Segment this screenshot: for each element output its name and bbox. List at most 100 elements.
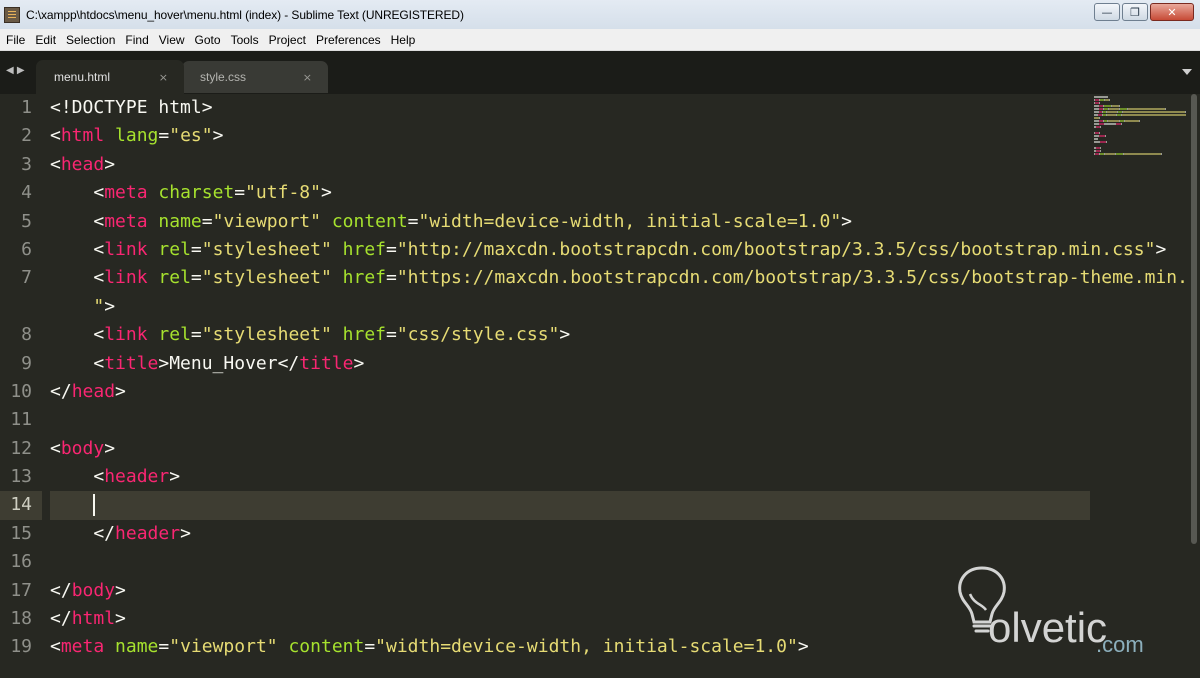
code-line[interactable]: </header> — [50, 520, 1090, 548]
scroll-thumb[interactable] — [1191, 94, 1197, 544]
code-line[interactable]: <html lang="es"> — [50, 122, 1090, 150]
code-line[interactable]: <link rel="stylesheet" href="http://maxc… — [50, 236, 1166, 264]
minimap-segment — [1100, 150, 1101, 152]
code-line[interactable] — [50, 406, 1090, 434]
close-button[interactable]: ✕ — [1150, 3, 1194, 21]
code-token: lang — [115, 125, 159, 147]
line-number: 12 — [10, 437, 32, 459]
code-token: meta — [60, 636, 105, 658]
code-token: > — [797, 636, 809, 658]
code-token: > — [169, 466, 181, 488]
minimap-row — [1094, 153, 1186, 155]
minimap-segment — [1125, 120, 1139, 122]
tab-list-dropdown-icon[interactable] — [1182, 69, 1192, 75]
menu-selection[interactable]: Selection — [61, 29, 120, 51]
tab-close-icon[interactable]: × — [303, 71, 312, 84]
code-token: "viewport" — [169, 636, 278, 658]
minimap-row — [1094, 102, 1186, 104]
minimap-segment — [1108, 120, 1119, 122]
minimap-row — [1094, 99, 1186, 101]
minimap-segment — [1104, 123, 1116, 125]
tab-style-css[interactable]: style.css × — [182, 61, 328, 93]
tab-menu-html[interactable]: menu.html × — [36, 60, 184, 94]
minimap[interactable] — [1094, 96, 1186, 155]
code-line[interactable]: </html> — [50, 605, 1090, 633]
code-token: = — [386, 267, 397, 289]
code-line[interactable]: </body> — [50, 577, 1090, 605]
code-token: meta — [104, 182, 148, 204]
minimap-segment — [1139, 120, 1140, 122]
code-line[interactable]: <link rel="stylesheet" href="https://max… — [50, 264, 1200, 292]
code-token: = — [190, 267, 202, 289]
code-line[interactable]: <meta name="viewport" content="width=dev… — [50, 208, 1090, 236]
minimap-segment — [1100, 126, 1101, 128]
menu-preferences[interactable]: Preferences — [311, 29, 386, 51]
code-token: = — [190, 238, 202, 260]
code-token: content — [288, 636, 365, 658]
sublime-app-icon — [4, 6, 20, 23]
line-number: 9 — [21, 352, 32, 374]
code-token: html — [71, 608, 116, 630]
code-token: > — [1155, 238, 1167, 260]
line-number: 4 — [21, 182, 32, 204]
code-line[interactable]: <head> — [50, 151, 1090, 179]
code-area[interactable]: <!DOCTYPE html> <html lang="es"> <head> <m… — [50, 94, 1200, 662]
menu-file[interactable]: File — [0, 29, 30, 51]
code-token: link — [104, 324, 148, 346]
code-token: "https://maxcdn.bootstrapcdn.com/bootstr… — [396, 267, 1200, 289]
minimap-segment — [1106, 141, 1107, 143]
code-token: >Menu_Hover</ — [158, 352, 300, 374]
vertical-scrollbar[interactable] — [1188, 94, 1200, 678]
code-line[interactable]: <link rel="stylesheet" href="css/style.c… — [50, 321, 1090, 349]
menu-view[interactable]: View — [154, 29, 190, 51]
minimap-segment — [1106, 111, 1118, 113]
code-line[interactable]: <body> — [50, 435, 1090, 463]
code-token: > — [353, 352, 365, 374]
code-line[interactable]: "> — [50, 293, 1090, 321]
code-line[interactable] — [50, 548, 1090, 576]
menu-goto[interactable]: Goto — [190, 29, 226, 51]
window-controls: — ❐ ✕ — [1094, 3, 1194, 21]
minimap-segment — [1105, 135, 1106, 137]
tab-label: menu.html — [54, 70, 111, 84]
minimap-segment — [1116, 153, 1123, 155]
menu-help[interactable]: Help — [386, 29, 421, 51]
code-line[interactable]: <meta charset="utf-8"> — [50, 179, 1090, 207]
minimap-row — [1094, 117, 1186, 119]
menu-tools[interactable]: Tools — [226, 29, 264, 51]
code-line[interactable]: <meta name="viewport" content="width=dev… — [50, 633, 1090, 661]
code-line[interactable]: <title>Menu_Hover</title> — [50, 350, 1090, 378]
code-token: body — [71, 579, 116, 601]
tab-close-icon[interactable]: × — [159, 71, 168, 84]
minimize-button[interactable]: — — [1094, 3, 1120, 21]
code-token: "es" — [169, 125, 213, 147]
line-number: 11 — [10, 409, 32, 431]
minimap-segment — [1099, 102, 1100, 104]
code-token: = — [407, 210, 419, 232]
code-line[interactable]: <header> — [50, 463, 1090, 491]
minimap-row — [1094, 129, 1186, 131]
menu-project[interactable]: Project — [264, 29, 311, 51]
restore-button[interactable]: ❐ — [1122, 3, 1148, 21]
menu-find[interactable]: Find — [120, 29, 153, 51]
code-token: content — [331, 210, 408, 232]
code-token: </ — [50, 522, 116, 544]
code-line[interactable]: <!DOCTYPE html> — [50, 94, 1090, 122]
line-number: 17 — [10, 579, 32, 601]
code-token: "width=device-width, initial-scale=1.0" — [418, 210, 842, 232]
minimap-segment — [1185, 111, 1186, 113]
code-line[interactable] — [50, 491, 1090, 520]
code-token: > — [104, 153, 116, 175]
menu-edit[interactable]: Edit — [30, 29, 61, 51]
code-line[interactable]: </head> — [50, 378, 1090, 406]
minimap-segment — [1119, 105, 1120, 107]
code-token: < — [50, 636, 61, 658]
minimap-row — [1094, 105, 1186, 107]
tab-nav-arrows-icon[interactable]: ◀ ▶ — [6, 65, 25, 76]
code-token: > — [841, 210, 852, 232]
